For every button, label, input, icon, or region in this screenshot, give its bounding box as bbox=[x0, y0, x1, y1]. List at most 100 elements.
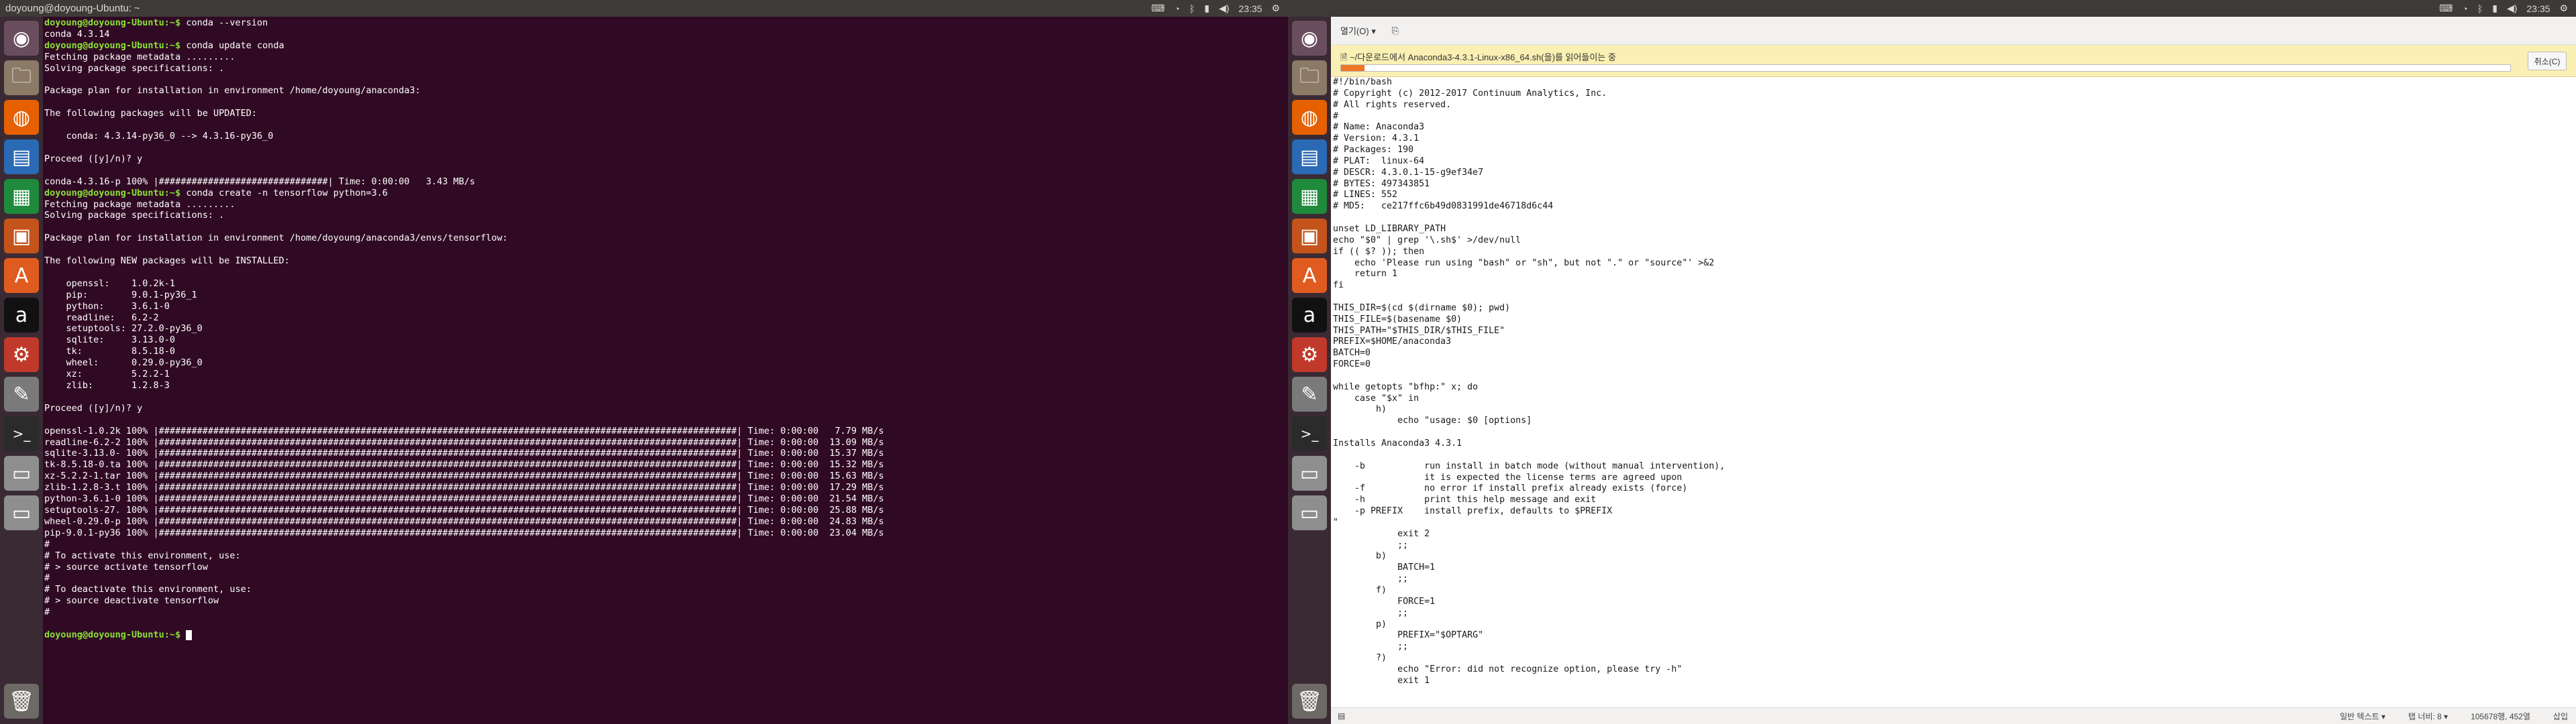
viewer-toolbar: 열기(O) ▾ ⎘ bbox=[1331, 17, 2576, 45]
terminal-line: Package plan for installation in environ… bbox=[44, 85, 1287, 97]
terminal-text: # bbox=[44, 607, 50, 618]
script-line: ;; bbox=[1333, 540, 1409, 550]
files-icon[interactable]: 🗀 bbox=[1292, 60, 1327, 95]
terminal-text: Package plan for installation in environ… bbox=[44, 85, 421, 97]
terminal-text: # > source activate tensorflow bbox=[44, 561, 208, 572]
shell-prompt: doyoung@doyoung-Ubuntu:~$ bbox=[44, 187, 186, 198]
tab-width-selector[interactable]: 탭 너비: 8 ▾ bbox=[2408, 711, 2448, 722]
impress-icon[interactable]: ▣ bbox=[1292, 219, 1327, 253]
terminal-icon[interactable]: >_ bbox=[1292, 416, 1327, 451]
terminal-line: xz-5.2.2-1.tar 100% |###################… bbox=[44, 471, 1287, 482]
script-line: ​ bbox=[1333, 213, 2576, 224]
status-document-icon: ▤ bbox=[1338, 711, 1346, 721]
shell-prompt: doyoung@doyoung-Ubuntu:~$ bbox=[44, 17, 186, 28]
terminal-text: xz: 5.2.2-1 bbox=[44, 369, 170, 380]
text-editor-icon[interactable]: ✎ bbox=[1292, 377, 1327, 412]
terminal-command-line: doyoung@doyoung-Ubuntu:~$ bbox=[44, 629, 1287, 641]
terminal-line: ​ bbox=[44, 391, 1287, 403]
settings-icon[interactable]: ⚙ bbox=[4, 337, 39, 372]
terminal-text: # > source deactivate tensorflow bbox=[44, 595, 219, 607]
script-line: # BYTES: 497343851 bbox=[1333, 178, 1430, 189]
cursor-position: 105678행, 452열 bbox=[2471, 711, 2530, 721]
writer-icon[interactable]: ▤ bbox=[1292, 139, 1327, 174]
script-line: #!/bin/bash bbox=[1333, 77, 1393, 87]
trash-icon[interactable]: 🗑 bbox=[4, 684, 39, 719]
keyboard-icon[interactable]: ⌨ bbox=[1151, 3, 1165, 14]
ubuntu-dash-icon[interactable]: ◉ bbox=[4, 21, 39, 56]
text-viewer-window: 열기(O) ▾ ⎘ 🗎 ~/다운로드에서 Anaconda3-4.3.1-Lin… bbox=[1331, 17, 2576, 724]
open-menu-button[interactable]: 열기(O) ▾ bbox=[1340, 24, 1376, 37]
terminal-line: ​ bbox=[44, 165, 1287, 176]
battery-icon[interactable]: ▮ bbox=[2492, 3, 2498, 14]
terminal-text: pip: 9.0.1-py36_1 bbox=[44, 289, 197, 300]
firefox-icon[interactable]: ◍ bbox=[4, 100, 39, 135]
battery-icon[interactable]: ▮ bbox=[1204, 3, 1210, 14]
drive-icon[interactable]: ▭ bbox=[4, 456, 39, 491]
terminal-text: conda 4.3.14 bbox=[44, 28, 110, 40]
terminal-line: ​ bbox=[44, 244, 1287, 255]
bluetooth-icon[interactable]: ᛒ bbox=[2477, 3, 2483, 14]
terminal-text: tk: 8.5.18-0 bbox=[44, 346, 176, 357]
terminal-line: ​ bbox=[44, 618, 1287, 629]
script-line: # Version: 4.3.1 bbox=[1333, 133, 1419, 144]
ubuntu-dash-icon[interactable]: ◉ bbox=[1292, 21, 1327, 56]
software-center-icon[interactable]: A bbox=[4, 258, 39, 293]
script-line: # All rights reserved. bbox=[1333, 99, 1452, 110]
terminal-line: sqlite-3.13.0- 100% |###################… bbox=[44, 448, 1287, 459]
syntax-selector[interactable]: 일반 텍스트 ▾ bbox=[2340, 711, 2385, 722]
script-line: fi bbox=[1333, 280, 1344, 291]
script-line: # DESCR: 4.3.0.1-15-g9ef34e7 bbox=[1333, 167, 1484, 178]
volume-icon[interactable]: ◀) bbox=[2507, 3, 2517, 14]
keyboard-icon[interactable]: ⌨ bbox=[2439, 3, 2453, 14]
drive2-icon[interactable]: ▭ bbox=[4, 495, 39, 530]
settings-icon[interactable]: ⚙ bbox=[1292, 337, 1327, 372]
files-icon[interactable]: 🗀 bbox=[4, 60, 39, 95]
network-icon[interactable]: ◔ bbox=[2462, 3, 2467, 14]
terminal-text: readline: 6.2-2 bbox=[44, 312, 159, 323]
terminal-line: conda: 4.3.14-py36_0 --> 4.3.16-py36_0 bbox=[44, 131, 1287, 142]
terminal-text: openssl-1.0.2k 100% |###################… bbox=[44, 425, 884, 436]
script-line: ​ bbox=[1333, 427, 2576, 438]
bluetooth-icon[interactable]: ᛒ bbox=[1189, 3, 1195, 14]
script-line: ;; bbox=[1333, 574, 1409, 585]
software-center-icon[interactable]: A bbox=[1292, 258, 1327, 293]
terminal-text: conda-4.3.16-p 100% |###################… bbox=[44, 176, 476, 187]
cancel-button[interactable]: 취소(C) bbox=[2528, 52, 2567, 70]
terminal-text: sqlite-3.13.0- 100% |###################… bbox=[44, 448, 884, 459]
writer-icon[interactable]: ▤ bbox=[4, 139, 39, 174]
new-document-icon[interactable]: ⎘ bbox=[1392, 25, 1399, 36]
terminal-line: # bbox=[44, 607, 1287, 618]
shell-prompt: doyoung@doyoung-Ubuntu:~$ bbox=[44, 40, 186, 51]
volume-icon[interactable]: ◀) bbox=[1219, 3, 1229, 14]
gear-icon[interactable]: ⚙ bbox=[2559, 3, 2568, 14]
script-line: ;; bbox=[1333, 607, 1409, 618]
clock[interactable]: 23:35 bbox=[1238, 3, 1262, 14]
calc-icon[interactable]: ▦ bbox=[4, 179, 39, 214]
terminal-window[interactable]: doyoung@doyoung-Ubuntu:~$ conda --versio… bbox=[43, 17, 1288, 724]
script-line: ​ bbox=[1333, 371, 2576, 382]
terminal-line: zlib: 1.2.8-3 bbox=[44, 380, 1287, 391]
terminal-text: Solving package specifications: . bbox=[44, 62, 225, 74]
terminal-icon[interactable]: >_ bbox=[4, 416, 39, 451]
clock[interactable]: 23:35 bbox=[2526, 3, 2550, 14]
text-editor-icon[interactable]: ✎ bbox=[4, 377, 39, 412]
terminal-output[interactable]: doyoung@doyoung-Ubuntu:~$ conda --versio… bbox=[43, 17, 1288, 642]
gear-icon[interactable]: ⚙ bbox=[1271, 3, 1280, 14]
calc-icon[interactable]: ▦ bbox=[1292, 179, 1327, 214]
terminal-line: # bbox=[44, 539, 1287, 550]
loading-infobar: 🗎 ~/다운로드에서 Anaconda3-4.3.1-Linux-x86_64.… bbox=[1331, 45, 2576, 77]
trash-icon[interactable]: 🗑 bbox=[1292, 684, 1327, 719]
drive2-icon[interactable]: ▭ bbox=[1292, 495, 1327, 530]
top-panel-right: ⌨ ◔ ᛒ ▮ ◀) 23:35 ⚙ bbox=[1288, 0, 2576, 17]
script-line: b) bbox=[1333, 551, 1387, 562]
script-line: -p PREFIX install prefix, defaults to $P… bbox=[1333, 506, 1613, 517]
terminal-line: openssl-1.0.2k 100% |###################… bbox=[44, 426, 1287, 437]
impress-icon[interactable]: ▣ bbox=[4, 219, 39, 253]
amazon-icon[interactable]: a bbox=[4, 298, 39, 333]
script-content[interactable]: #!/bin/bash # Copyright (c) 2012-2017 Con… bbox=[1331, 77, 2576, 684]
amazon-icon[interactable]: a bbox=[1292, 298, 1327, 333]
network-icon[interactable]: ◔ bbox=[1174, 3, 1179, 14]
drive-icon[interactable]: ▭ bbox=[1292, 456, 1327, 491]
firefox-icon[interactable]: ◍ bbox=[1292, 100, 1327, 135]
terminal-line: setuptools-27. 100% |###################… bbox=[44, 505, 1287, 516]
